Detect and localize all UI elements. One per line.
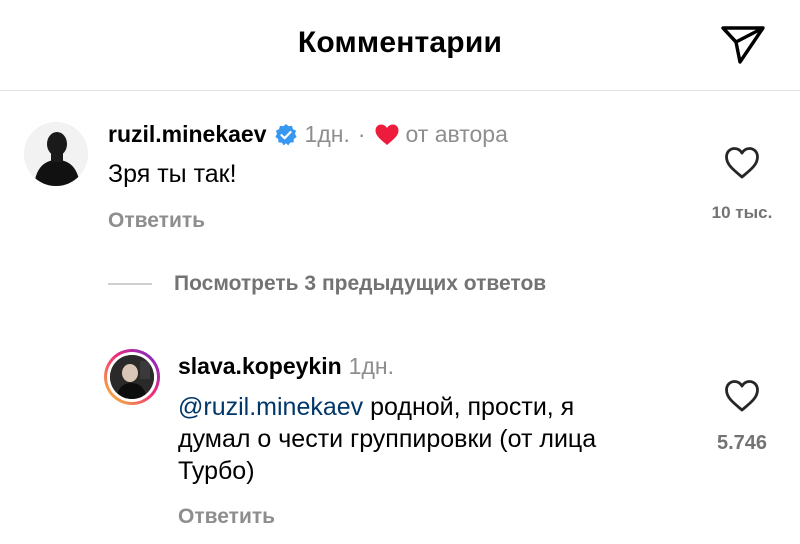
author-liked-label: от автора — [405, 121, 508, 147]
paper-plane-icon — [721, 26, 765, 64]
story-ring[interactable] — [104, 349, 160, 405]
heart-filled-icon — [375, 124, 399, 145]
comment-text: Зря ты так! — [108, 160, 237, 188]
meta-separator: · — [357, 121, 366, 147]
mention-link[interactable]: @ruzil.minekaev — [178, 393, 363, 421]
reply-line-2: думал о чести группировки (от лица — [178, 425, 597, 453]
avatar — [110, 355, 154, 399]
heart-outline-icon — [725, 380, 759, 412]
reply-button[interactable]: Ответить — [108, 209, 205, 233]
user-photo-icon — [24, 122, 88, 186]
avatar[interactable] — [24, 122, 88, 186]
reply-meta: slava.kopeykin 1дн. — [178, 353, 394, 380]
view-previous-label: Посмотреть 3 предыдущих ответов — [174, 272, 547, 295]
like-count: 10 тыс. — [711, 203, 773, 222]
comment-meta: ruzil.minekaev 1дн. · от автора — [108, 121, 508, 148]
reply-username[interactable]: slava.kopeykin — [178, 353, 342, 380]
comment-time: 1дн. — [304, 121, 350, 147]
reply-button[interactable]: Ответить — [178, 505, 275, 529]
reply-line-1: @ruzil.minekaev родной, прости, я — [178, 393, 575, 421]
divider-line — [108, 283, 152, 285]
comment-username[interactable]: ruzil.minekaev — [108, 121, 267, 148]
reply-time: 1дн. — [348, 353, 394, 379]
view-previous-replies[interactable]: Посмотреть 3 предыдущих ответов — [108, 272, 546, 296]
like-button[interactable] — [724, 379, 760, 413]
share-button[interactable] — [718, 22, 768, 66]
page-title: Комментарии — [297, 26, 503, 59]
reply-text: @ruzil.minekaev родной, прости, я думал … — [178, 391, 698, 487]
like-count: 5.746 — [716, 432, 768, 454]
header-bar: Комментарии — [0, 0, 800, 91]
heart-outline-icon — [725, 147, 759, 179]
verified-badge-icon — [274, 123, 297, 145]
like-button[interactable] — [724, 146, 760, 180]
user-photo-icon — [110, 355, 154, 399]
reply-line-3: Турбо) — [178, 457, 255, 485]
